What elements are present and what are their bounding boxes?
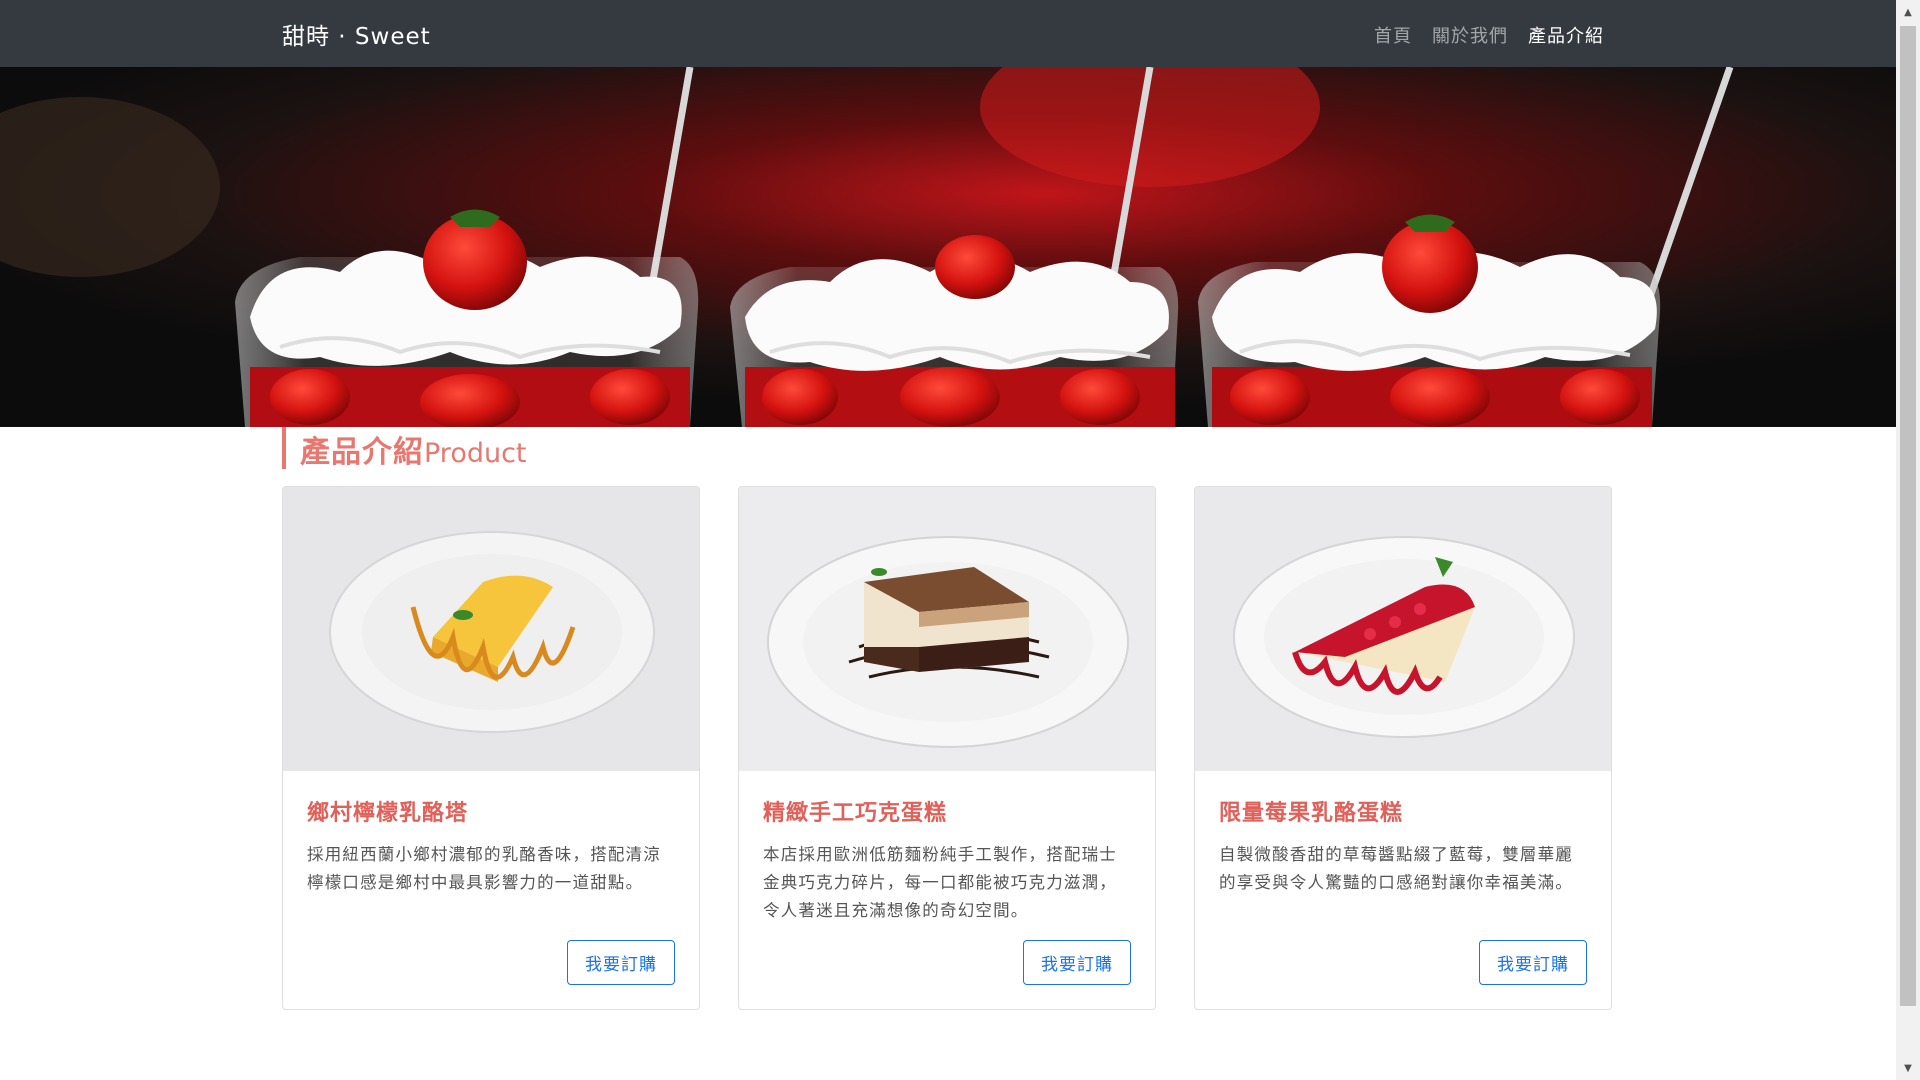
section-title-en: Product — [424, 438, 527, 469]
viewport: 甜時 · Sweet 首頁 關於我們 產品介紹 產品介紹 Product 鄉村檸… — [0, 0, 1896, 1080]
nav-links: 首頁 關於我們 產品介紹 — [1374, 22, 1604, 48]
lemon-cheesecake-image — [283, 487, 699, 771]
order-button[interactable]: 我要訂購 — [1479, 940, 1587, 985]
page: 甜時 · Sweet 首頁 關於我們 產品介紹 產品介紹 Product 鄉村檸… — [0, 0, 1920, 1080]
product-title: 鄉村檸檬乳酪塔 — [307, 801, 469, 826]
product-card: 精緻手工巧克蛋糕 本店採用歐洲低筋麵粉純手工製作，搭配瑞士金典巧克力碎片，每一口… — [738, 486, 1156, 1010]
chocolate-cake-image — [739, 487, 1155, 771]
product-cards: 鄉村檸檬乳酪塔 採用紐西蘭小鄉村濃郁的乳酪香味，搭配清涼檸檬口感是鄉村中最具影響… — [282, 486, 1614, 1010]
berry-cheesecake-image — [1195, 487, 1611, 771]
product-title: 精緻手工巧克蛋糕 — [763, 801, 948, 826]
nav-link-about[interactable]: 關於我們 — [1432, 22, 1508, 48]
hero-banner — [0, 67, 1896, 427]
strawberry-parfait-image — [0, 67, 1896, 427]
product-description: 採用紐西蘭小鄉村濃郁的乳酪香味，搭配清涼檸檬口感是鄉村中最具影響力的一道甜點。 — [307, 845, 661, 892]
product-description: 本店採用歐洲低筋麵粉純手工製作，搭配瑞士金典巧克力碎片，每一口都能被巧克力滋潤，… — [763, 845, 1117, 920]
nav-link-products[interactable]: 產品介紹 — [1528, 22, 1604, 48]
scroll-up-arrow-icon[interactable]: ▲ — [1896, 0, 1920, 24]
section-title-zh: 產品介紹 — [300, 435, 424, 470]
order-button[interactable]: 我要訂購 — [567, 940, 675, 985]
scrollbar-thumb[interactable] — [1900, 26, 1916, 1006]
product-description: 自製微酸香甜的草莓醬點綴了藍莓，雙層華麗的享受與令人驚豔的口感絕對讓你幸福美滿。 — [1219, 845, 1573, 892]
brand-logo[interactable]: 甜時 · Sweet — [282, 17, 431, 51]
order-button[interactable]: 我要訂購 — [1023, 940, 1131, 985]
scrollbar[interactable]: ▲ ▼ — [1896, 0, 1920, 1080]
navbar: 甜時 · Sweet 首頁 關於我們 產品介紹 — [0, 0, 1896, 67]
product-title: 限量莓果乳酪蛋糕 — [1219, 801, 1404, 826]
scroll-down-arrow-icon[interactable]: ▼ — [1896, 1056, 1920, 1080]
section-heading: 產品介紹 Product — [282, 427, 1614, 470]
product-card: 限量莓果乳酪蛋糕 自製微酸香甜的草莓醬點綴了藍莓，雙層華麗的享受與令人驚豔的口感… — [1194, 486, 1612, 1010]
products-section: 產品介紹 Product 鄉村檸檬乳酪塔 採用紐西蘭小鄉村濃郁的乳酪香味，搭配清… — [282, 427, 1614, 1010]
product-card: 鄉村檸檬乳酪塔 採用紐西蘭小鄉村濃郁的乳酪香味，搭配清涼檸檬口感是鄉村中最具影響… — [282, 486, 700, 1010]
nav-link-home[interactable]: 首頁 — [1374, 22, 1412, 48]
